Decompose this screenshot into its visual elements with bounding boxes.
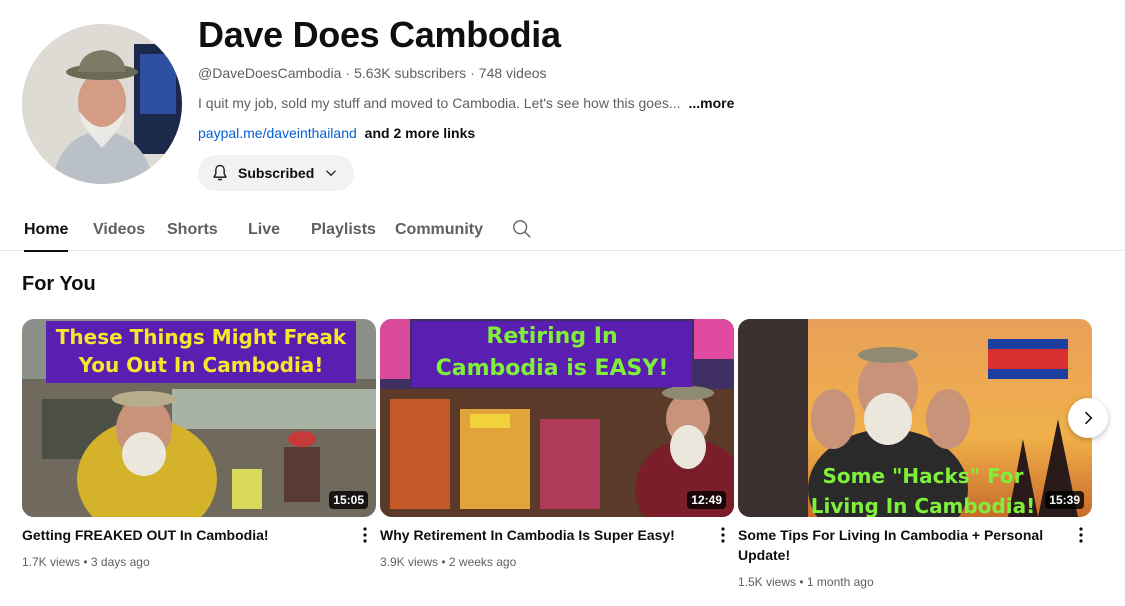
video-thumbnail[interactable]: Retiring In Cambodia is EASY! 12:49	[380, 319, 734, 517]
view-count: 1.5K views	[738, 575, 797, 589]
video-thumbnail[interactable]: Some "Hacks" For Living In Cambodia! 15:…	[738, 319, 1092, 517]
paypal-link[interactable]: paypal.me/daveinthailand	[198, 125, 357, 141]
subscribed-label: Subscribed	[238, 165, 315, 181]
video-title[interactable]: Some Tips For Living In Cambodia + Perso…	[738, 525, 1060, 565]
video-duration: 15:05	[329, 491, 368, 509]
video-duration: 15:39	[1045, 491, 1084, 509]
chevron-down-icon	[326, 170, 337, 177]
description-text: I quit my job, sold my stuff and moved t…	[198, 95, 681, 111]
video-meta: 3.9K views • 2 weeks ago	[380, 555, 517, 569]
bell-icon	[213, 164, 227, 181]
video-meta: 1.7K views • 3 days ago	[22, 555, 150, 569]
channel-links: paypal.me/daveinthailand and 2 more link…	[198, 125, 475, 141]
tab-home[interactable]: Home	[24, 208, 69, 252]
section-title: For You	[22, 273, 96, 295]
video-card: These Things Might Freak You Out In Camb…	[22, 319, 376, 569]
upload-age: 2 weeks ago	[448, 555, 517, 569]
more-vert-icon[interactable]	[1076, 525, 1086, 545]
video-meta: 1.5K views • 1 month ago	[738, 575, 874, 589]
tab-videos[interactable]: Videos	[93, 208, 145, 251]
channel-tabs: Home Videos Shorts Live Playlists Commun…	[0, 208, 1125, 252]
tab-live[interactable]: Live	[248, 208, 280, 251]
thumbnail-caption: These Things Might Freak You Out In Camb…	[55, 325, 347, 377]
search-icon[interactable]	[511, 218, 533, 240]
tab-community[interactable]: Community	[395, 208, 483, 251]
tab-playlists[interactable]: Playlists	[311, 208, 376, 251]
view-count: 3.9K views	[380, 555, 439, 569]
more-vert-icon[interactable]	[718, 525, 728, 545]
view-count: 1.7K views	[22, 555, 81, 569]
thumbnail-caption: Some "Hacks" For Living In Cambodia!	[810, 464, 1036, 517]
upload-age: 1 month ago	[806, 575, 874, 589]
channel-description[interactable]: I quit my job, sold my stuff and moved t…	[198, 95, 734, 111]
description-more-link[interactable]: ...more	[688, 95, 734, 111]
channel-meta: @DaveDoesCambodia · 5.63K subscribers · 748 …	[198, 65, 547, 81]
channel-avatar[interactable]	[22, 24, 182, 184]
tab-shorts[interactable]: Shorts	[167, 208, 218, 251]
video-card: Some "Hacks" For Living In Cambodia! 15:…	[738, 319, 1092, 589]
subscriber-count: 5.63K subscribers	[354, 65, 467, 81]
more-links-button[interactable]: and 2 more links	[365, 125, 475, 141]
video-count: 748 videos	[478, 65, 547, 81]
channel-name: Dave Does Cambodia	[198, 14, 561, 55]
subscribed-button[interactable]: Subscribed	[198, 155, 355, 191]
upload-age: 3 days ago	[90, 555, 150, 569]
video-card: Retiring In Cambodia is EASY! 12:49 Why …	[380, 319, 734, 569]
video-thumbnail[interactable]: These Things Might Freak You Out In Camb…	[22, 319, 376, 517]
video-title[interactable]: Why Retirement In Cambodia Is Super Easy…	[380, 525, 702, 545]
carousel-next-button[interactable]	[1068, 398, 1108, 438]
more-vert-icon[interactable]	[360, 525, 370, 545]
thumbnail-caption: Retiring In Cambodia is EASY!	[435, 324, 669, 381]
chevron-right-icon	[1084, 411, 1093, 425]
video-title[interactable]: Getting FREAKED OUT In Cambodia!	[22, 525, 344, 545]
video-duration: 12:49	[687, 491, 726, 509]
channel-handle: @DaveDoesCambodia	[198, 65, 342, 81]
